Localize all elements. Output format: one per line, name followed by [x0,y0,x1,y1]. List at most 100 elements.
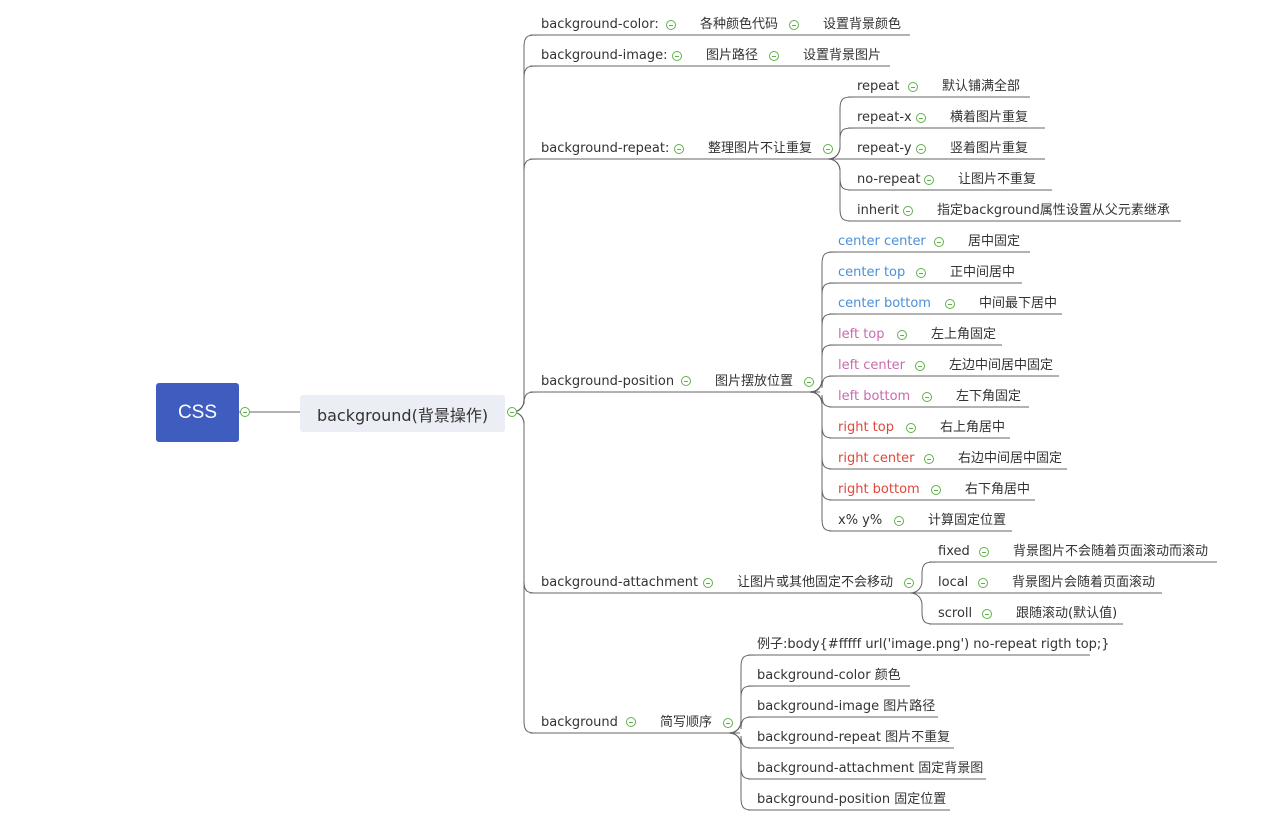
branch-background-position[interactable]: background-position [541,374,674,390]
collapse-icon[interactable] [507,407,517,417]
collapse-icon[interactable] [916,144,926,154]
connector-curve [827,127,857,160]
connector-curve [511,65,541,413]
collapse-icon[interactable] [626,717,636,727]
collapse-icon[interactable] [723,718,733,728]
shorthand-item-node[interactable]: background-position 固定位置 [757,792,946,808]
collapse-icon[interactable] [979,547,989,557]
shorthand-item-node[interactable]: background-repeat 图片不重复 [757,730,950,746]
collapse-icon[interactable] [934,237,944,247]
repeat-option-node[interactable]: no-repeat [857,172,921,188]
collapse-icon[interactable] [681,376,691,386]
position-option-node[interactable]: center bottom [838,296,931,312]
position-option-desc[interactable]: 右边中间居中固定 [958,451,1062,467]
collapse-icon[interactable] [916,113,926,123]
position-option-node[interactable]: center top [838,265,905,281]
shorthand-item-node[interactable]: background-attachment 固定背景图 [757,761,983,777]
image-desc-node[interactable]: 设置背景图片 [803,48,881,64]
position-option-node[interactable]: x% y% [838,513,882,529]
position-option-desc[interactable]: 中间最下居中 [979,296,1057,312]
attachment-option-desc[interactable]: 跟随滚动(默认值) [1016,606,1117,622]
repeat-option-node[interactable]: repeat-x [857,110,912,126]
connector-curve [511,411,541,734]
collapse-icon[interactable] [916,268,926,278]
position-option-desc[interactable]: 左下角固定 [956,389,1021,405]
attachment-option-node[interactable]: fixed [938,544,970,560]
main-topic-background[interactable]: background(背景操作) [300,395,505,432]
position-option-node[interactable]: left bottom [838,389,910,405]
attachment-desc-node[interactable]: 让图片或其他固定不会移动 [737,575,893,591]
color-value-node[interactable]: 各种颜色代码 [700,17,778,33]
collapse-icon[interactable] [769,51,779,61]
shorthand-item-node[interactable]: 例子:body{#fffff url('image.png') no-repea… [757,637,1110,653]
collapse-icon[interactable] [666,20,676,30]
position-option-node[interactable]: left top [838,327,885,343]
position-option-node[interactable]: center center [838,234,926,250]
collapse-icon[interactable] [922,392,932,402]
color-desc-node[interactable]: 设置背景颜色 [823,17,901,33]
shorthand-item-node[interactable]: background-color 颜色 [757,668,901,684]
image-value-node[interactable]: 图片路径 [706,48,758,64]
connector-curve [809,313,839,393]
connector-curve [809,251,839,393]
collapse-icon[interactable] [908,82,918,92]
collapse-icon[interactable] [924,175,934,185]
position-option-node[interactable]: right bottom [838,482,920,498]
collapse-icon[interactable] [672,51,682,61]
shorthand-desc-node[interactable]: 简写顺序 [660,715,712,731]
collapse-icon[interactable] [931,485,941,495]
collapse-icon[interactable] [903,206,913,216]
repeat-option-node[interactable]: repeat-y [857,141,912,157]
repeat-option-desc[interactable]: 让图片不重复 [958,172,1036,188]
position-option-desc[interactable]: 居中固定 [968,234,1020,250]
attachment-option-desc[interactable]: 背景图片会随着页面滚动 [1012,575,1155,591]
attachment-option-desc[interactable]: 背景图片不会随着页面滚动而滚动 [1013,544,1208,560]
position-option-desc[interactable]: 正中间居中 [950,265,1015,281]
position-option-desc[interactable]: 右上角居中 [940,420,1005,436]
root-node-css[interactable]: CSS [156,383,239,442]
branch-background-color[interactable]: background-color: [541,17,659,33]
repeat-option-desc[interactable]: 默认铺满全部 [942,79,1020,95]
branch-background-image[interactable]: background-image: [541,48,667,64]
collapse-icon[interactable] [978,578,988,588]
repeat-option-node[interactable]: repeat [857,79,899,95]
collapse-icon[interactable] [804,377,814,387]
collapse-icon[interactable] [945,299,955,309]
collapse-icon[interactable] [924,454,934,464]
repeat-option-desc[interactable]: 竖着图片重复 [950,141,1028,157]
position-option-node[interactable]: right center [838,451,915,467]
collapse-icon[interactable] [703,578,713,588]
shorthand-item-node[interactable]: background-image 图片路径 [757,699,935,715]
branch-background-shorthand[interactable]: background [541,715,618,731]
collapse-icon[interactable] [915,361,925,371]
collapse-icon[interactable] [982,609,992,619]
position-option-node[interactable]: left center [838,358,905,374]
collapse-icon[interactable] [674,144,684,154]
position-option-node[interactable]: right top [838,420,894,436]
collapse-icon[interactable] [906,423,916,433]
branch-background-attachment[interactable]: background-attachment [541,575,698,591]
connector-curve [809,344,839,393]
collapse-icon[interactable] [897,330,907,340]
collapse-icon[interactable] [894,516,904,526]
repeat-option-desc[interactable]: 横着图片重复 [950,110,1028,126]
position-option-desc[interactable]: 左边中间居中固定 [949,358,1053,374]
attachment-option-node[interactable]: local [938,575,968,591]
collapse-icon[interactable] [240,407,250,417]
connector-curve [728,732,758,749]
mindmap-canvas: CSS background(背景操作) background-color: 各… [0,0,1269,820]
position-option-desc[interactable]: 右下角居中 [965,482,1030,498]
collapse-icon[interactable] [904,578,914,588]
branch-background-repeat[interactable]: background-repeat: [541,141,669,157]
position-option-desc[interactable]: 计算固定位置 [928,513,1006,529]
attachment-option-node[interactable]: scroll [938,606,972,622]
collapse-icon[interactable] [789,20,799,30]
repeat-option-desc[interactable]: 指定background属性设置从父元素继承 [937,203,1170,219]
connector-curve [809,375,839,393]
connector-curve [728,716,758,734]
repeat-option-node[interactable]: inherit [857,203,899,219]
repeat-desc-node[interactable]: 整理图片不让重复 [708,141,812,157]
position-option-desc[interactable]: 左上角固定 [931,327,996,343]
position-desc-node[interactable]: 图片摆放位置 [715,374,793,390]
collapse-icon[interactable] [823,144,833,154]
